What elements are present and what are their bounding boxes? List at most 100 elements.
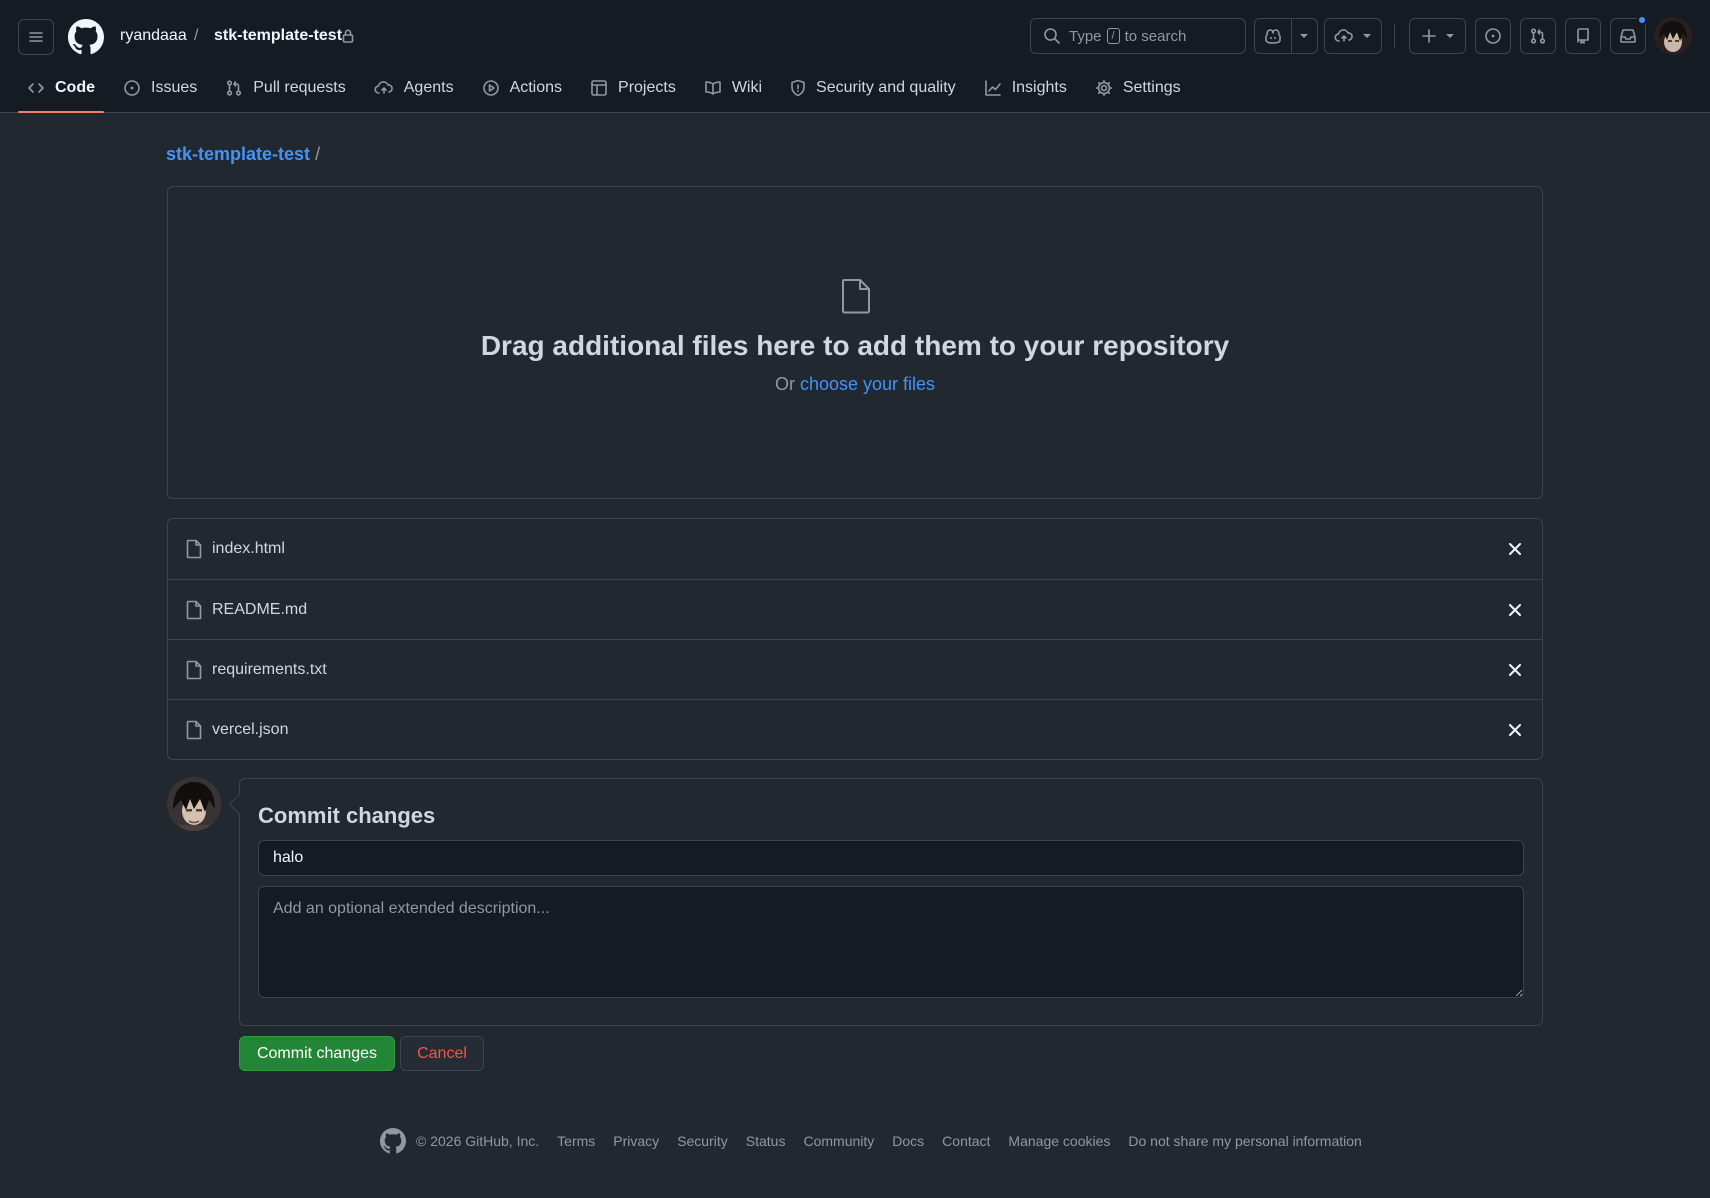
copilot-dropdown[interactable] bbox=[1292, 19, 1317, 53]
graph-icon bbox=[984, 80, 1001, 96]
x-icon bbox=[1509, 724, 1521, 736]
create-new-button[interactable] bbox=[1409, 18, 1466, 54]
repo-name-link[interactable]: stk-template-test bbox=[214, 27, 342, 45]
gear-icon bbox=[1095, 79, 1113, 97]
file-row: README.md bbox=[168, 579, 1542, 639]
repo-owner-link[interactable]: ryandaaa bbox=[120, 27, 187, 45]
commit-form-title: Commit changes bbox=[258, 803, 436, 828]
search-prefix: Type bbox=[1069, 27, 1102, 45]
tab-insights[interactable]: Insights bbox=[975, 70, 1076, 106]
repo-icon bbox=[1577, 28, 1589, 44]
tab-label: Settings bbox=[1122, 79, 1181, 96]
tab-label: Code bbox=[55, 79, 95, 96]
dropzone-or-text: Or bbox=[774, 374, 795, 394]
lock-icon bbox=[342, 29, 354, 43]
issues-button[interactable] bbox=[1475, 18, 1511, 54]
plus-icon bbox=[1421, 29, 1436, 43]
footer-link-community[interactable]: Community bbox=[803, 1133, 874, 1149]
hamburger-icon bbox=[29, 32, 43, 42]
commit-message-input[interactable] bbox=[258, 840, 1524, 876]
remove-file-button[interactable] bbox=[1506, 721, 1524, 739]
issue-opened-icon bbox=[124, 80, 140, 96]
commit-description-field[interactable] bbox=[258, 886, 1524, 998]
tab-label: Issues bbox=[151, 79, 198, 96]
page-footer: © 2026 GitHub, Inc. Terms Privacy Securi… bbox=[380, 1128, 1380, 1154]
user-avatar[interactable] bbox=[1654, 17, 1692, 55]
tab-label: Actions bbox=[509, 79, 563, 96]
file-name: README.md bbox=[212, 600, 308, 618]
search-shortcut-key: / bbox=[1106, 28, 1120, 44]
footer-link-contact[interactable]: Contact bbox=[942, 1133, 990, 1149]
file-row: index.html bbox=[168, 519, 1542, 579]
commit-author-avatar bbox=[167, 777, 221, 831]
footer-link-status[interactable]: Status bbox=[746, 1133, 786, 1149]
tab-settings[interactable]: Settings bbox=[1086, 70, 1190, 106]
tab-agents[interactable]: Agents bbox=[365, 70, 463, 106]
git-pull-request-icon bbox=[227, 80, 242, 96]
search-suffix: to search bbox=[1124, 27, 1187, 45]
repositories-button[interactable] bbox=[1565, 18, 1601, 54]
footer-link-terms[interactable]: Terms bbox=[557, 1133, 595, 1149]
tab-label: Agents bbox=[403, 79, 454, 96]
github-logo-icon[interactable] bbox=[68, 19, 104, 55]
app-header: ryandaaa / stk-template-test Type / to s… bbox=[0, 0, 1710, 113]
agent-tasks-button[interactable] bbox=[1324, 18, 1382, 54]
pull-requests-button[interactable] bbox=[1520, 18, 1556, 54]
footer-link-manage-cookies[interactable]: Manage cookies bbox=[1008, 1133, 1110, 1149]
tab-label: Security and quality bbox=[816, 79, 956, 96]
breadcrumb-separator: / bbox=[194, 27, 199, 44]
file-icon bbox=[842, 279, 870, 314]
triangle-down-icon bbox=[1300, 34, 1309, 38]
issue-opened-icon bbox=[1485, 28, 1501, 44]
file-name: vercel.json bbox=[212, 720, 289, 738]
commit-changes-button[interactable]: Commit changes bbox=[239, 1036, 395, 1071]
x-icon bbox=[1509, 664, 1521, 676]
file-row: requirements.txt bbox=[168, 639, 1542, 699]
file-dropzone[interactable]: Drag additional files here to add them t… bbox=[167, 186, 1543, 499]
search-input[interactable]: Type / to search bbox=[1030, 18, 1246, 54]
tab-pull-requests[interactable]: Pull requests bbox=[216, 70, 355, 106]
remove-file-button[interactable] bbox=[1506, 540, 1524, 558]
shield-icon bbox=[791, 79, 805, 97]
cloud-icon bbox=[1334, 29, 1353, 42]
footer-link-privacy[interactable]: Privacy bbox=[613, 1133, 659, 1149]
inbox-icon bbox=[1620, 29, 1636, 43]
footer-link-do-not-share[interactable]: Do not share my personal information bbox=[1128, 1133, 1361, 1149]
remove-file-button[interactable] bbox=[1506, 601, 1524, 619]
tab-actions[interactable]: Actions bbox=[473, 70, 571, 106]
avatar-image bbox=[167, 777, 221, 831]
uploaded-file-list: index.html README.md requirements.txt ve… bbox=[167, 518, 1543, 760]
tab-projects[interactable]: Projects bbox=[581, 70, 685, 106]
breadcrumb-repo-link[interactable]: stk-template-test bbox=[166, 144, 310, 164]
play-icon bbox=[482, 80, 499, 96]
remove-file-button[interactable] bbox=[1506, 661, 1524, 679]
footer-link-security[interactable]: Security bbox=[677, 1133, 728, 1149]
footer-copyright: © 2026 GitHub, Inc. bbox=[416, 1133, 540, 1149]
footer-link-docs[interactable]: Docs bbox=[892, 1133, 924, 1149]
tab-wiki[interactable]: Wiki bbox=[695, 70, 771, 106]
x-icon bbox=[1509, 604, 1521, 616]
tab-code[interactable]: Code bbox=[18, 70, 104, 113]
file-name: index.html bbox=[212, 540, 285, 557]
triangle-down-icon bbox=[1363, 34, 1371, 38]
menu-button[interactable] bbox=[18, 19, 54, 55]
cancel-button[interactable]: Cancel bbox=[400, 1036, 484, 1071]
header-divider bbox=[1394, 24, 1395, 48]
tab-issues[interactable]: Issues bbox=[114, 70, 206, 106]
github-mark-icon[interactable] bbox=[380, 1128, 406, 1154]
book-icon bbox=[705, 81, 721, 95]
dropzone-title: Drag additional files here to add them t… bbox=[480, 330, 1230, 361]
copilot-button[interactable] bbox=[1255, 19, 1292, 53]
tab-label: Insights bbox=[1011, 79, 1067, 96]
notification-indicator bbox=[1637, 15, 1647, 25]
avatar-image bbox=[1654, 17, 1692, 55]
file-icon bbox=[186, 600, 202, 619]
choose-files-link[interactable]: choose your files bbox=[800, 374, 935, 394]
file-row: vercel.json bbox=[168, 699, 1542, 759]
search-icon bbox=[1044, 28, 1060, 44]
tab-label: Projects bbox=[618, 79, 676, 96]
triangle-down-icon bbox=[1445, 34, 1454, 38]
tab-label: Wiki bbox=[731, 79, 763, 96]
tab-security[interactable]: Security and quality bbox=[781, 70, 965, 106]
repo-nav-tabs: Code Issues Pull requests Agents Actions… bbox=[18, 70, 1200, 113]
